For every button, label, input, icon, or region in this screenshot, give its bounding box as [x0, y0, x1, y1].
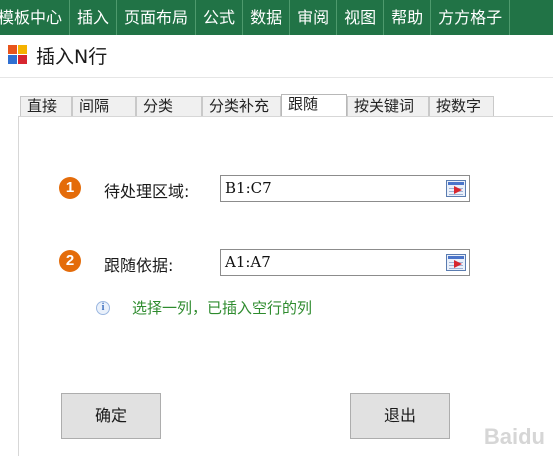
step-2-badge: 2 — [59, 250, 81, 272]
ribbon-tabbar: 模板中心 插入 页面布局 公式 数据 审阅 视图 帮助 方方格子 — [0, 0, 553, 35]
process-range-input[interactable]: B1:C7 — [220, 175, 470, 202]
step-1-badge: 1 — [59, 177, 81, 199]
ok-button[interactable]: 确定 — [61, 393, 161, 439]
tab-follow[interactable]: 跟随 — [281, 94, 347, 116]
title-divider — [0, 77, 553, 78]
range-picker-icon[interactable] — [446, 180, 466, 197]
ribbon-tab-insert[interactable]: 插入 — [70, 0, 118, 35]
tab-category-supplement[interactable]: 分类补充 — [202, 96, 281, 116]
ribbon-tab-data[interactable]: 数据 — [243, 0, 291, 35]
tab-direct[interactable]: 直接 — [20, 96, 72, 116]
dialog-tabs: 直接 间隔 分类 分类补充 跟随 按关键词 按数字 — [20, 94, 494, 116]
ribbon-tab-help[interactable]: 帮助 — [384, 0, 432, 35]
tab-by-number[interactable]: 按数字 — [429, 96, 494, 116]
dialog-title: 插入N行 — [36, 45, 108, 68]
app-logo-icon — [8, 45, 28, 65]
range-picker-icon[interactable] — [446, 254, 466, 271]
tab-interval[interactable]: 间隔 — [72, 96, 136, 116]
exit-button[interactable]: 退出 — [350, 393, 450, 439]
ribbon-tab-fangfanggezi[interactable]: 方方格子 — [431, 0, 511, 35]
hint-row: i 选择一列，已插入空行的列 — [96, 297, 312, 318]
follow-basis-input[interactable]: A1:A7 — [220, 249, 470, 276]
follow-basis-value: A1:A7 — [225, 253, 271, 271]
process-range-value: B1:C7 — [225, 179, 272, 197]
ribbon-tab-formulas[interactable]: 公式 — [196, 0, 244, 35]
ribbon-tab-page-layout[interactable]: 页面布局 — [117, 0, 197, 35]
follow-basis-label: 跟随依据: — [104, 256, 174, 275]
hint-text: 选择一列，已插入空行的列 — [132, 299, 313, 317]
tab-by-keyword[interactable]: 按关键词 — [347, 96, 429, 116]
info-icon: i — [96, 300, 110, 315]
baidu-watermark: Baidu — [483, 424, 545, 449]
ribbon-tab-view[interactable]: 视图 — [337, 0, 385, 35]
ribbon-tab-template-center[interactable]: 模板中心 — [0, 0, 71, 35]
ribbon-tab-review[interactable]: 审阅 — [290, 0, 338, 35]
process-range-label: 待处理区域: — [104, 182, 190, 201]
tab-category[interactable]: 分类 — [136, 96, 202, 116]
dialog-titlebar: 插入N行 — [8, 41, 107, 69]
